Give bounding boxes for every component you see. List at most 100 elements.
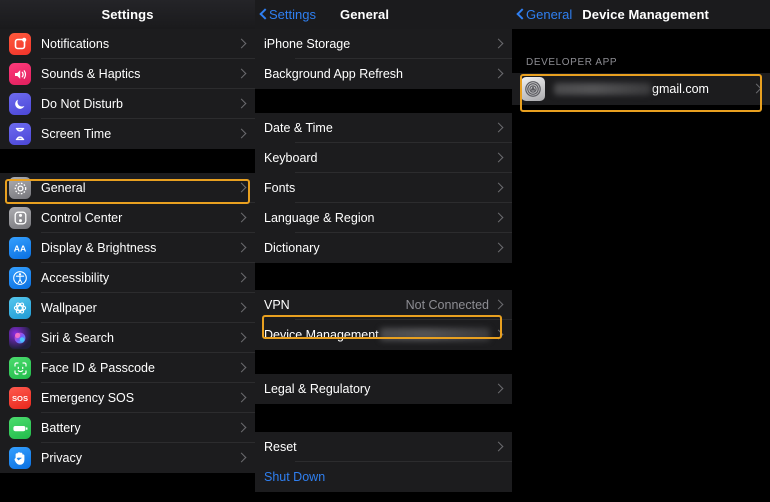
cell-label: Dictionary	[264, 241, 320, 255]
chevron-right-icon	[495, 331, 504, 340]
general-item-device-management[interactable]: Device Management	[255, 320, 512, 350]
developer-app-section-header: DEVELOPER APP	[512, 57, 770, 73]
sidebar-title: Settings	[101, 7, 153, 22]
chevron-right-icon	[238, 394, 247, 403]
chevron-right-icon	[495, 244, 504, 253]
general-item-keyboard[interactable]: Keyboard	[255, 143, 512, 173]
privacy-hand-icon	[9, 447, 31, 469]
back-button-settings[interactable]: Settings	[255, 7, 316, 22]
chevron-right-icon	[238, 454, 247, 463]
chevron-right-icon	[495, 40, 504, 49]
developer-app-name: gmail.com	[554, 82, 709, 96]
ipad-settings-screen: Settings Notifications Sounds & Haptics	[0, 0, 770, 502]
back-button-general[interactable]: General	[512, 7, 572, 22]
general-group-5: Reset Shut Down	[255, 432, 512, 492]
device-management-panel: General Device Management DEVELOPER APP	[512, 0, 770, 502]
sidebar-item-label: Emergency SOS	[41, 391, 134, 405]
face-id-icon	[9, 357, 31, 379]
chevron-right-icon	[238, 364, 247, 373]
sidebar-item-emergency-sos[interactable]: SOS Emergency SOS	[0, 383, 255, 413]
sidebar-item-face-id-passcode[interactable]: Face ID & Passcode	[0, 353, 255, 383]
chevron-right-icon	[495, 154, 504, 163]
general-group-1: iPhone Storage Background App Refresh	[255, 29, 512, 89]
sidebar-item-label: Siri & Search	[41, 331, 114, 345]
sidebar-item-label: Battery	[41, 421, 81, 435]
chevron-right-icon	[238, 304, 247, 313]
cell-label: VPN	[264, 298, 290, 312]
sidebar-group-1: Notifications Sounds & Haptics Do Not Di…	[0, 29, 255, 149]
chevron-right-icon	[495, 184, 504, 193]
display-brightness-icon: AA	[9, 237, 31, 259]
sidebar-item-sounds-haptics[interactable]: Sounds & Haptics	[0, 59, 255, 89]
general-item-language-region[interactable]: Language & Region	[255, 203, 512, 233]
developer-app-row[interactable]: gmail.com	[512, 73, 770, 105]
chevron-right-icon	[238, 100, 247, 109]
accessibility-icon	[9, 267, 31, 289]
sidebar-item-notifications[interactable]: Notifications	[0, 29, 255, 59]
device-navbar: General Device Management	[512, 0, 770, 29]
sidebar-item-battery[interactable]: Battery	[0, 413, 255, 443]
general-item-shut-down[interactable]: Shut Down	[255, 462, 512, 492]
wallpaper-icon	[9, 297, 31, 319]
sidebar-item-wallpaper[interactable]: Wallpaper	[0, 293, 255, 323]
general-group-gap	[255, 404, 512, 432]
chevron-right-icon	[238, 184, 247, 193]
general-item-fonts[interactable]: Fonts	[255, 173, 512, 203]
developer-app-icon	[521, 77, 545, 101]
cell-label: Reset	[264, 440, 297, 454]
general-group-3: VPN Not Connected Device Management	[255, 290, 512, 350]
chevron-right-icon	[238, 274, 247, 283]
device-panel-title: Device Management	[582, 7, 709, 22]
general-item-date-time[interactable]: Date & Time	[255, 113, 512, 143]
cell-label: Fonts	[264, 181, 295, 195]
sidebar-item-label: Notifications	[41, 37, 109, 51]
svg-text:AA: AA	[14, 243, 26, 253]
general-gear-icon	[9, 177, 31, 199]
cell-label: Language & Region	[264, 211, 375, 225]
chevron-right-icon	[495, 301, 504, 310]
sidebar-item-accessibility[interactable]: Accessibility	[0, 263, 255, 293]
sidebar-item-privacy[interactable]: Privacy	[0, 443, 255, 473]
chevron-right-icon	[238, 244, 247, 253]
sidebar-item-screen-time[interactable]: Screen Time	[0, 119, 255, 149]
general-item-iphone-storage[interactable]: iPhone Storage	[255, 29, 512, 59]
sidebar-item-label: Face ID & Passcode	[41, 361, 155, 375]
sidebar-item-label: Wallpaper	[41, 301, 97, 315]
sidebar-item-label: Screen Time	[41, 127, 111, 141]
back-button-label: General	[526, 7, 572, 22]
sidebar-item-label: Control Center	[41, 211, 122, 225]
sidebar-item-label: Do Not Disturb	[41, 97, 123, 111]
cell-label: Shut Down	[264, 470, 325, 484]
sidebar-item-do-not-disturb[interactable]: Do Not Disturb	[0, 89, 255, 119]
sidebar-item-display-brightness[interactable]: AA Display & Brightness	[0, 233, 255, 263]
sidebar-navbar: Settings	[0, 0, 255, 29]
general-group-4: Legal & Regulatory	[255, 374, 512, 404]
chevron-right-icon	[238, 334, 247, 343]
sidebar-item-siri-search[interactable]: Siri & Search	[0, 323, 255, 353]
general-item-dictionary[interactable]: Dictionary	[255, 233, 512, 263]
chevron-right-icon	[495, 70, 504, 79]
vpn-status-value: Not Connected	[406, 298, 495, 312]
sounds-haptics-icon	[9, 63, 31, 85]
sidebar-item-label: Privacy	[41, 451, 82, 465]
chevron-right-icon	[238, 130, 247, 139]
chevron-right-icon	[238, 40, 247, 49]
general-item-legal-regulatory[interactable]: Legal & Regulatory	[255, 374, 512, 404]
cell-label: Background App Refresh	[264, 67, 403, 81]
chevron-right-icon	[238, 424, 247, 433]
general-item-vpn[interactable]: VPN Not Connected	[255, 290, 512, 320]
general-panel: Settings General iPhone Storage Backgrou…	[255, 0, 512, 502]
sidebar-item-label: Display & Brightness	[41, 241, 156, 255]
back-button-label: Settings	[269, 7, 316, 22]
general-group-gap	[255, 350, 512, 374]
sidebar-item-control-center[interactable]: Control Center	[0, 203, 255, 233]
developer-app-group: gmail.com	[512, 73, 770, 105]
general-item-background-app-refresh[interactable]: Background App Refresh	[255, 59, 512, 89]
redacted-email-prefix	[554, 83, 651, 95]
general-item-reset[interactable]: Reset	[255, 432, 512, 462]
battery-icon	[9, 417, 31, 439]
sidebar-item-general[interactable]: General	[0, 173, 255, 203]
chevron-right-icon	[495, 443, 504, 452]
general-group-gap	[255, 263, 512, 290]
sidebar-item-label: Accessibility	[41, 271, 109, 285]
